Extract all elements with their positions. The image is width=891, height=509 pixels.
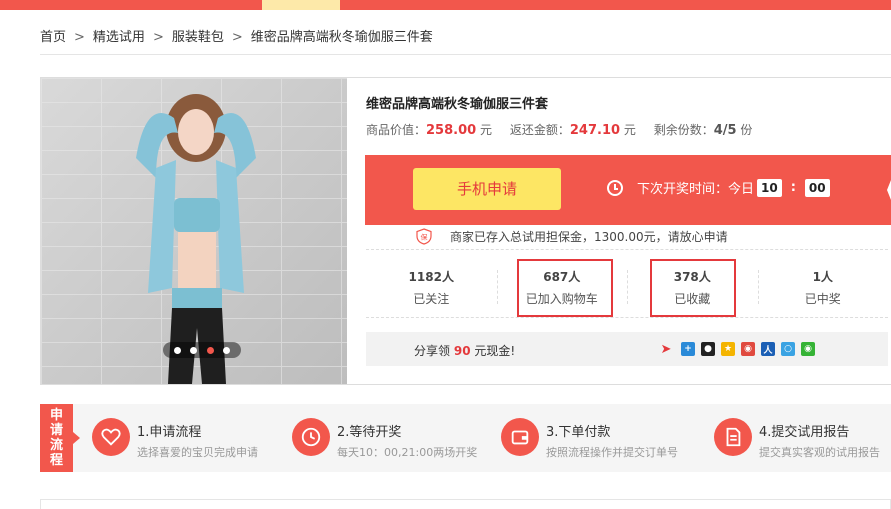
breadcrumb-category[interactable]: 服装鞋包: [172, 30, 224, 45]
step-desc: 选择喜爱的宝贝完成申请: [137, 446, 258, 459]
process-step-apply: 1.申请流程 选择喜爱的宝贝完成申请: [92, 418, 258, 460]
stat-winners: 1人 已中奖: [757, 258, 889, 318]
application-process: 申 请 流 程 1.申请流程 选择喜爱的宝贝完成申请 2.等待开奖 每天10：0…: [40, 404, 891, 472]
step-title: 3.下单付款: [546, 425, 611, 440]
carousel-indicator: [163, 342, 241, 358]
product-photo[interactable]: [41, 78, 347, 384]
breadcrumb-trial[interactable]: 精选试用: [93, 30, 145, 45]
weibo-icon[interactable]: ◉: [741, 342, 755, 356]
stat-label: 已关注: [413, 292, 450, 306]
share-amount: 90: [453, 344, 471, 358]
stat-label: 已中奖: [804, 292, 841, 306]
breadcrumb-separator: >: [231, 30, 243, 45]
plus-share-icon[interactable]: +: [681, 342, 695, 356]
share-prefix: 分享领: [414, 344, 451, 358]
tag-arrow: [73, 432, 80, 444]
remaining-unit: 份: [740, 123, 753, 137]
nav-active-tab[interactable]: [262, 0, 340, 10]
process-step-pay: 3.下单付款 按照流程操作并提交订单号: [501, 418, 678, 460]
carousel-dot-active[interactable]: [206, 346, 214, 354]
dash-divider: [366, 317, 888, 318]
breadcrumb-divider: [40, 54, 891, 55]
process-tag: 申 请 流 程: [40, 404, 80, 472]
carousel-dot[interactable]: [223, 346, 231, 354]
mobile-apply-button[interactable]: 手机申请: [413, 168, 561, 210]
draw-minute: 00: [804, 178, 830, 197]
product-title: 维密品牌高端秋冬瑜伽服三件套: [366, 97, 549, 112]
clock-icon: [292, 418, 330, 456]
shield-icon: 保: [416, 228, 432, 245]
share-text: 分享领 90 元现金!: [414, 342, 515, 359]
price-value: 258.00: [426, 123, 477, 138]
heart-icon: [92, 418, 130, 456]
bottom-section-edge: [40, 499, 891, 509]
stats-row: 1182人 已关注 687人 已加入购物车 378人 已收藏 1人 已中奖: [366, 258, 888, 318]
stat-number: 1182人: [408, 270, 454, 284]
apply-bar-notch: [887, 155, 891, 225]
highlight-box-favorites: [650, 259, 736, 317]
draw-hour: 10: [757, 178, 782, 197]
document-icon: [714, 418, 752, 456]
refund-value: 247.10: [569, 123, 621, 138]
breadcrumb-home[interactable]: 首页: [40, 30, 66, 45]
carousel-dot[interactable]: [173, 346, 181, 354]
process-tag-char: 请: [49, 423, 63, 438]
remaining-label: 剩余份数：: [653, 123, 714, 137]
stat-number: 1人: [812, 270, 833, 284]
share-icon[interactable]: ➤: [659, 342, 673, 357]
breadcrumb-separator: >: [74, 30, 85, 45]
step-desc: 每天10：00,21:00两场开奖: [337, 446, 478, 459]
breadcrumb-separator: >: [152, 30, 164, 45]
clock-icon: [607, 179, 623, 196]
next-draw-time: 下次开奖时间：今日 10 : 00: [607, 178, 833, 197]
qq-icon[interactable]: ●: [701, 342, 715, 356]
model-figure: [136, 94, 256, 384]
wechat-icon[interactable]: ◉: [801, 342, 815, 356]
product-panel: 维密品牌高端秋冬瑜伽服三件套 商品价值：258.00 元 返还金额：247.10…: [40, 77, 891, 385]
share-icons: ➤ + ● ★ ◉ 人 ○ ◉: [659, 342, 821, 357]
highlight-box-cart: [517, 259, 613, 317]
refund-label: 返还金额：: [509, 123, 570, 137]
refund-currency: 元: [623, 123, 636, 137]
process-step-report: 4.提交试用报告 提交真实客观的试用报告: [714, 418, 880, 460]
process-tag-char: 程: [49, 453, 63, 468]
qzone-icon[interactable]: ★: [721, 342, 735, 356]
step-title: 4.提交试用报告: [759, 425, 850, 440]
step-desc: 提交真实客观的试用报告: [759, 446, 880, 459]
breadcrumb-current: 维密品牌高端秋冬瑜伽服三件套: [250, 30, 433, 45]
share-bar: 分享领 90 元现金! ➤ + ● ★ ◉ 人 ○ ◉: [366, 332, 888, 366]
process-tag-char: 流: [49, 438, 63, 453]
price-info: 商品价值：258.00 元 返还金额：247.10 元 剩余份数：4/5 份: [366, 121, 766, 138]
svg-text:保: 保: [421, 233, 428, 242]
carousel-dot[interactable]: [190, 346, 198, 354]
top-navigation: [0, 0, 891, 10]
deposit-notice: 保 商家已存入总试用担保金，1300.00元，请放心申请: [416, 228, 728, 245]
step-desc: 按照流程操作并提交订单号: [546, 446, 678, 459]
stat-followers: 1182人 已关注: [366, 258, 497, 318]
step-title: 1.申请流程: [137, 425, 202, 440]
deposit-text: 商家已存入总试用担保金，1300.00元，请放心申请: [450, 230, 728, 244]
apply-bar: 手机申请 下次开奖时间：今日 10 : 00: [365, 155, 887, 225]
wallet-icon: [501, 418, 539, 456]
next-draw-label: 下次开奖时间：今日: [637, 182, 755, 197]
share-suffix: 元现金!: [474, 344, 516, 358]
price-currency: 元: [480, 123, 493, 137]
process-tag-char: 申: [49, 408, 63, 423]
process-step-wait: 2.等待开奖 每天10：00,21:00两场开奖: [292, 418, 477, 460]
step-title: 2.等待开奖: [337, 425, 402, 440]
breadcrumb: 首页 > 精选试用 > 服装鞋包 > 维密品牌高端秋冬瑜伽服三件套: [40, 26, 433, 45]
renren-icon[interactable]: 人: [761, 342, 775, 356]
price-label: 商品价值：: [366, 123, 427, 137]
dash-divider: [366, 249, 888, 250]
remaining-value: 4/5: [713, 123, 737, 138]
time-colon: :: [790, 180, 796, 195]
tencent-weibo-icon[interactable]: ○: [781, 342, 795, 356]
